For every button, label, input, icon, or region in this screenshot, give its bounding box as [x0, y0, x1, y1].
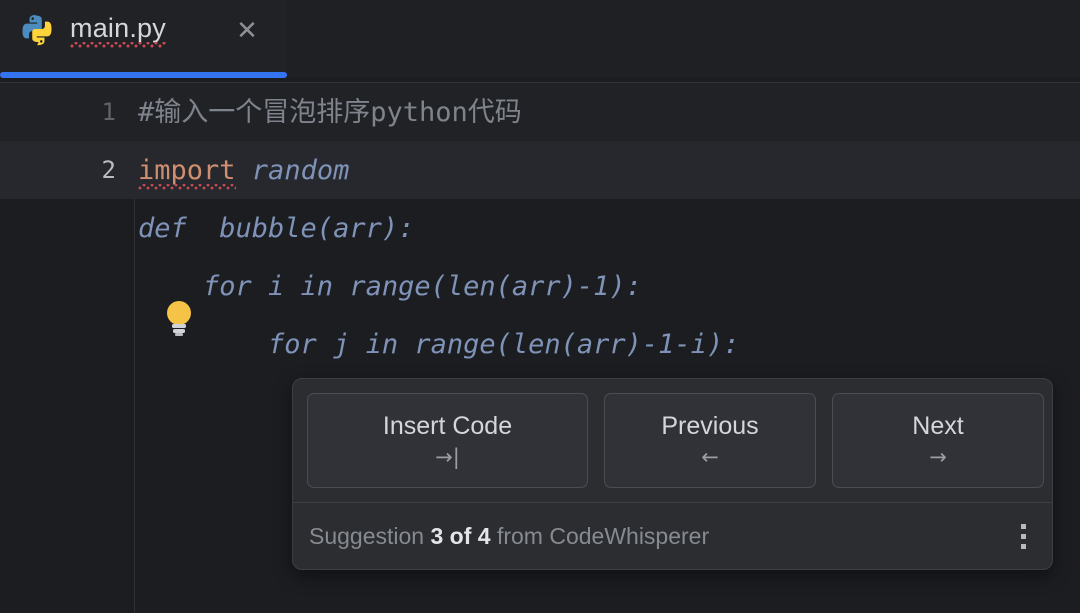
tab-main-py[interactable]: main.py ✕ [0, 0, 287, 78]
popup-footer: Suggestion 3 of 4 from CodeWhisperer [293, 503, 1052, 569]
insert-code-label: Insert Code [382, 411, 513, 440]
ghost-text-line: def bubble(arr): [138, 212, 415, 244]
kebab-dot [1020, 523, 1026, 529]
python-file-icon [18, 11, 56, 49]
keyword-import: import [138, 154, 236, 190]
suggestion-count: 3 of 4 [430, 522, 491, 549]
editor-line[interactable]: def bubble(arr): [0, 199, 1080, 257]
next-label: Next [912, 411, 964, 440]
line-number: 2 [101, 156, 116, 184]
close-icon[interactable]: ✕ [232, 15, 262, 45]
lightbulb-icon[interactable] [160, 297, 198, 337]
tab-title-wrapper: main.py [70, 12, 166, 48]
editor-line[interactable]: 1 #输入一个冒泡排序python代码 [0, 83, 1080, 141]
previous-button[interactable]: Previous ← [604, 393, 816, 488]
more-vertical-icon[interactable] [1010, 519, 1036, 553]
suggestion-prefix: Suggestion [309, 522, 431, 549]
next-button[interactable]: Next → [832, 393, 1044, 488]
codewhisperer-suggestion-popup: Insert Code →| Previous ← Next → Suggest… [292, 378, 1053, 570]
kebab-dot [1020, 533, 1026, 539]
kebab-dot [1020, 543, 1026, 549]
ghost-text-line: for i in range(len(arr)-1): [138, 270, 642, 302]
editor-tab-bar: main.py ✕ [0, 0, 1080, 83]
suggestion-suffix: from CodeWhisperer [490, 522, 710, 549]
insert-code-button[interactable]: Insert Code →| [307, 393, 588, 488]
suggestion-status: Suggestion 3 of 4 from CodeWhisperer [309, 523, 709, 550]
editor-line-current[interactable]: 2 import random [0, 141, 1080, 199]
arrow-right-icon: → [929, 444, 947, 469]
ide-window: main.py ✕ 1 #输入一个冒泡排序python代码 2 import r… [0, 0, 1080, 613]
code-text-comment: #输入一个冒泡排序python代码 [138, 96, 522, 128]
previous-label: Previous [661, 411, 759, 440]
code-text: import random [138, 154, 350, 190]
ghost-text-module: random [235, 154, 350, 186]
tab-content: main.py [18, 0, 166, 60]
tab-key-icon: →| [435, 444, 460, 469]
popup-action-row: Insert Code →| Previous ← Next → [293, 379, 1052, 502]
ghost-text-line: for j in range(len(arr)-1-i): [138, 328, 740, 360]
tab-error-squiggle [70, 41, 166, 48]
active-tab-indicator [0, 72, 287, 78]
tab-title: main.py [70, 12, 166, 43]
line-number: 1 [101, 98, 116, 126]
arrow-left-icon: ← [701, 444, 719, 469]
